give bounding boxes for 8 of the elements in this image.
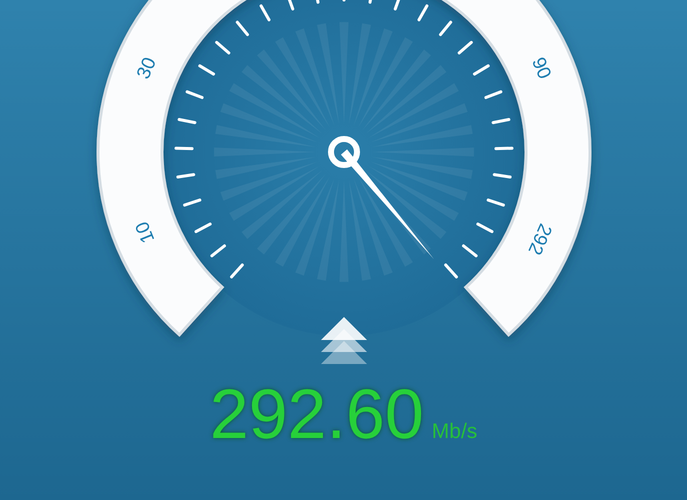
scale-label: 10 [132, 218, 160, 246]
scale-label: 292 [523, 220, 556, 258]
scale-label: 90 [527, 54, 555, 82]
speed-unit: Mb/s [432, 421, 478, 442]
speed-value: 292.60 [210, 379, 424, 449]
scale-label: 30 [133, 54, 161, 82]
up-arrows-icon [321, 317, 367, 364]
needle-hub [328, 136, 360, 168]
